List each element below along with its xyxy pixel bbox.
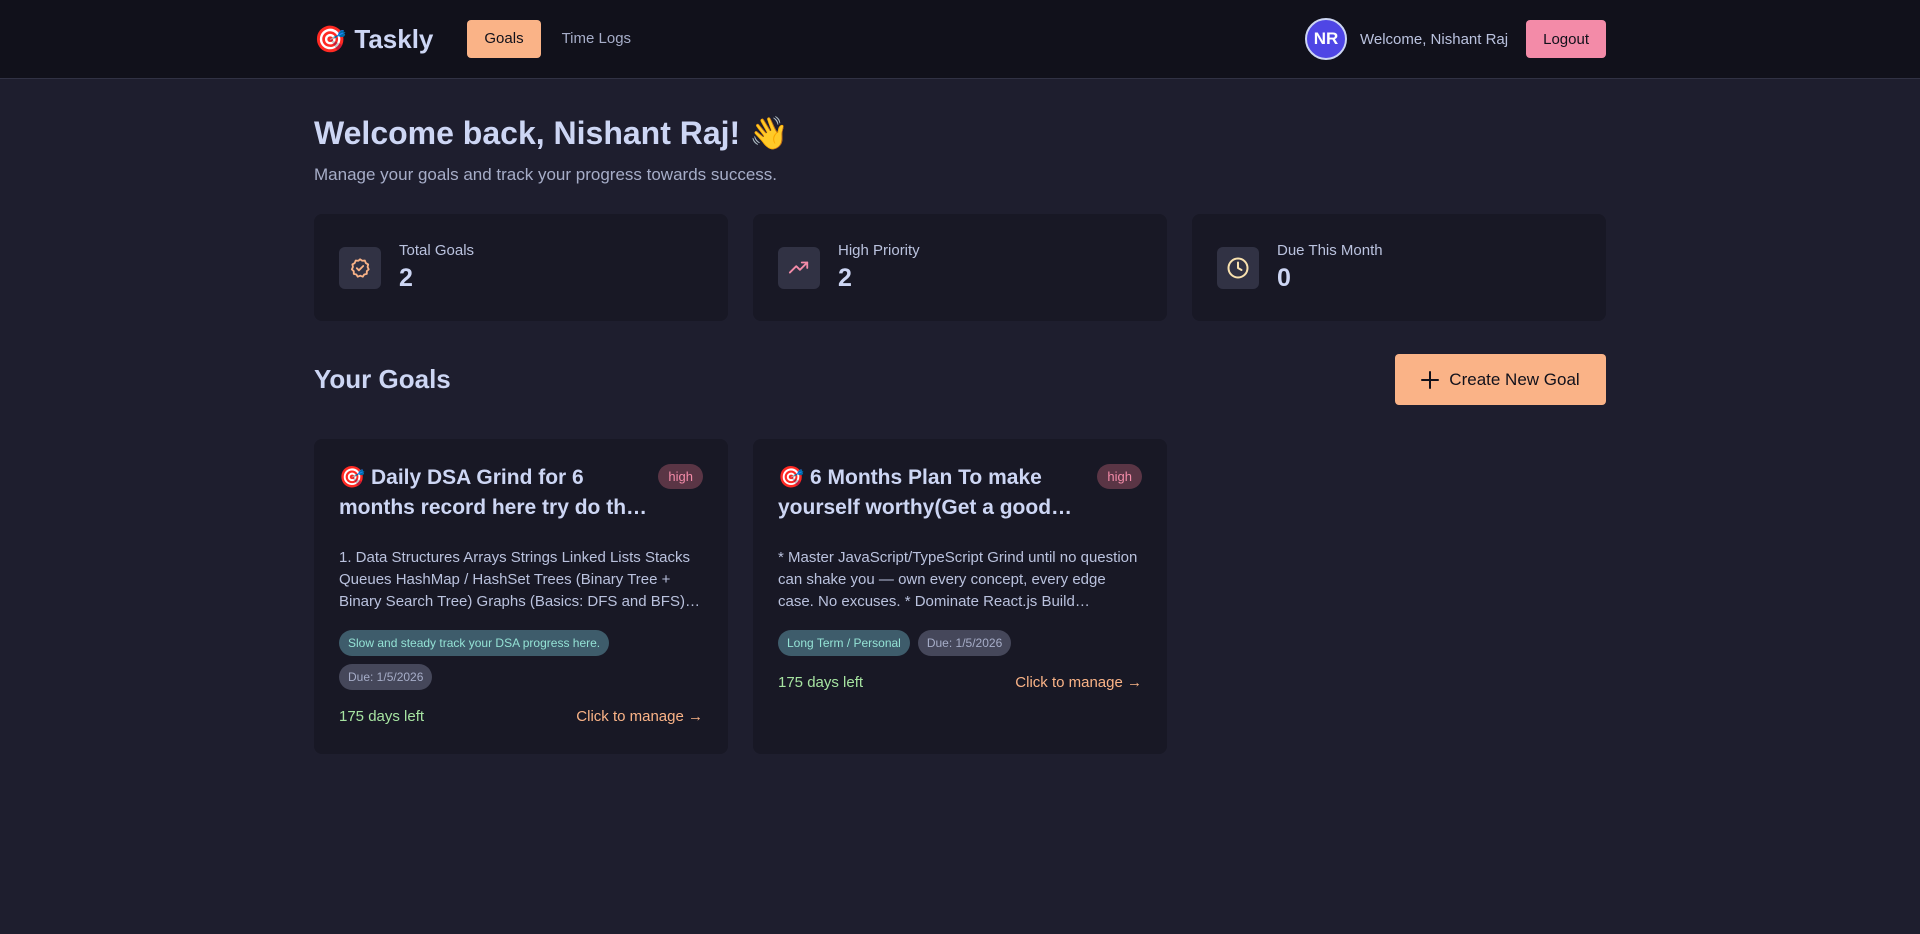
manage-link[interactable]: Click to manage → — [576, 708, 703, 725]
clock-icon — [1217, 246, 1259, 289]
page-subtitle: Manage your goals and track your progres… — [314, 165, 778, 184]
check-badge-icon — [339, 246, 381, 289]
brand[interactable]: 🎯 Taskly — [314, 24, 433, 55]
stats-row: Total Goals 2 High Priority 2 Due This M… — [314, 214, 1606, 321]
priority-badge: high — [1097, 464, 1142, 489]
goal-title: 🎯 6 Months Plan To make yourself worthy(… — [778, 466, 1073, 519]
category-tag: Slow and steady track your DSA progress … — [339, 630, 610, 656]
goal-tags: Long Term / Personal Due: 1/5/2026 — [778, 630, 1142, 664]
avatar[interactable]: NR — [1304, 18, 1347, 60]
welcome-user-text: Welcome, Nishant Raj — [1359, 30, 1509, 48]
section-title: Your Goals — [314, 364, 451, 394]
stat-value: 0 — [1277, 264, 1291, 292]
category-tag: Long Term / Personal — [778, 630, 910, 656]
tab-goals[interactable]: Goals — [467, 20, 541, 58]
goal-title: 🎯 Daily DSA Grind for 6 months record he… — [339, 466, 648, 519]
stat-value: 2 — [838, 264, 852, 292]
priority-badge: high — [658, 464, 703, 489]
page-title: Welcome back, Nishant Raj! 👋 — [314, 115, 789, 151]
goal-description: 1. Data Structures Arrays Strings Linked… — [339, 549, 690, 610]
create-goal-label: Create New Goal — [1449, 369, 1580, 389]
stat-card-total-goals: Total Goals 2 — [314, 214, 728, 321]
tab-time-logs[interactable]: Time Logs — [545, 20, 648, 58]
target-icon: 🎯 — [314, 23, 347, 54]
due-date-tag: Due: 1/5/2026 — [339, 664, 433, 690]
goal-card[interactable]: 🎯 Daily DSA Grind for 6 months record he… — [314, 439, 728, 754]
goal-card[interactable]: 🎯 6 Months Plan To make yourself worthy(… — [753, 439, 1167, 754]
goals-header: Your Goals Create New Goal — [314, 354, 1606, 405]
stat-label: High Priority — [838, 242, 920, 259]
main-content: Welcome back, Nishant Raj! 👋 Manage your… — [314, 79, 1606, 754]
days-left: 175 days left — [339, 708, 425, 725]
manage-link[interactable]: Click to manage → — [1015, 674, 1142, 691]
days-left: 175 days left — [778, 674, 864, 691]
create-goal-button[interactable]: Create New Goal — [1395, 354, 1606, 405]
stat-card-due-this-month: Due This Month 0 — [1192, 214, 1606, 321]
stat-value: 2 — [399, 264, 413, 292]
due-date-tag: Due: 1/5/2026 — [917, 630, 1012, 656]
goal-description: * Master JavaScript/TypeScript Grind unt… — [778, 549, 1138, 610]
plus-icon — [1421, 367, 1440, 393]
stat-label: Total Goals — [399, 242, 475, 259]
trending-up-icon — [778, 246, 820, 289]
logout-button[interactable]: Logout — [1526, 20, 1606, 58]
stat-label: Due This Month — [1277, 242, 1383, 259]
brand-name: Taskly — [354, 23, 434, 54]
top-navbar: 🎯 Taskly Goals Time Logs NR Welcome, Nis… — [0, 0, 1920, 79]
goal-tags: Slow and steady track your DSA progress … — [339, 630, 703, 698]
goals-grid: 🎯 Daily DSA Grind for 6 months record he… — [314, 439, 1606, 754]
stat-card-high-priority: High Priority 2 — [753, 214, 1167, 321]
